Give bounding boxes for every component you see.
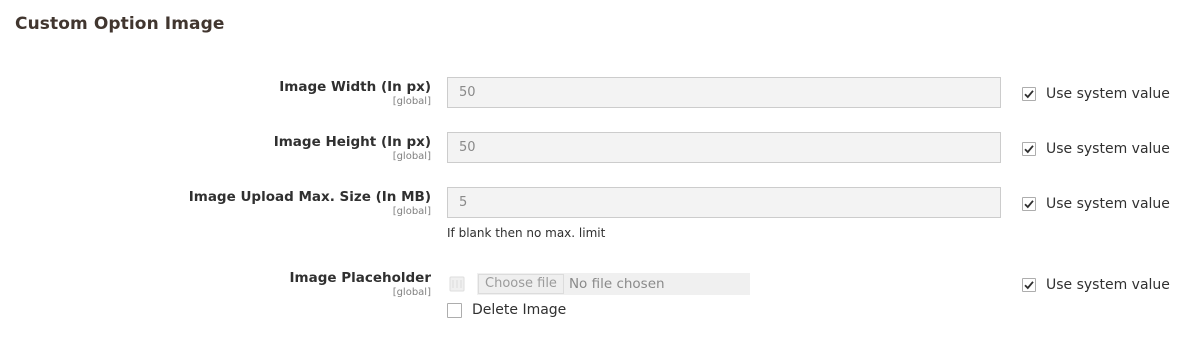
checkmark-icon	[1024, 145, 1034, 154]
image-placeholder-use-system-checkbox[interactable]	[1022, 278, 1036, 292]
image-height-label-group: Image Height (In px) [global]	[274, 134, 431, 162]
image-width-use-system-label: Use system value	[1046, 86, 1170, 102]
image-width-use-system[interactable]: Use system value	[1022, 86, 1170, 102]
checkmark-icon	[1024, 281, 1034, 290]
image-placeholder-scope: [global]	[392, 287, 431, 298]
choose-file-button[interactable]: Choose file	[478, 274, 564, 294]
image-width-use-system-checkbox[interactable]	[1022, 87, 1036, 101]
image-max-size-use-system-label: Use system value	[1046, 196, 1170, 212]
image-max-size-label: Image Upload Max. Size (In MB)	[188, 189, 431, 205]
image-height-use-system[interactable]: Use system value	[1022, 141, 1170, 157]
image-max-size-scope: [global]	[392, 206, 431, 217]
delete-image-control[interactable]: Delete Image	[447, 302, 566, 318]
image-max-size-label-group: Image Upload Max. Size (In MB) [global]	[189, 189, 431, 217]
image-placeholder-use-system-label: Use system value	[1046, 277, 1170, 293]
image-height-scope: [global]	[392, 151, 431, 162]
image-placeholder-file-input[interactable]: Choose file No file chosen	[477, 273, 750, 295]
image-max-size-use-system-checkbox[interactable]	[1022, 197, 1036, 211]
checkmark-icon	[1024, 200, 1034, 209]
checkmark-icon	[1024, 90, 1034, 99]
image-height-input[interactable]: 50	[447, 132, 1001, 163]
image-placeholder-label-group: Image Placeholder [global]	[290, 270, 432, 298]
no-file-chosen-text: No file chosen	[568, 276, 665, 292]
image-placeholder-use-system[interactable]: Use system value	[1022, 277, 1170, 293]
image-height-use-system-checkbox[interactable]	[1022, 142, 1036, 156]
image-max-size-note: If blank then no max. limit	[447, 226, 606, 240]
image-width-label: Image Width (In px)	[279, 79, 431, 95]
image-width-input[interactable]: 50	[447, 77, 1001, 108]
image-width-scope: [global]	[392, 96, 431, 107]
image-placeholder-file-control: Choose file No file chosen	[447, 273, 750, 295]
delete-image-checkbox[interactable]	[447, 302, 462, 318]
section-title: Custom Option Image	[15, 14, 225, 34]
delete-image-label: Delete Image	[472, 302, 567, 318]
image-height-use-system-label: Use system value	[1046, 141, 1170, 157]
image-height-label: Image Height (In px)	[273, 134, 431, 150]
image-max-size-use-system[interactable]: Use system value	[1022, 196, 1170, 212]
image-placeholder-label: Image Placeholder	[289, 270, 432, 286]
image-placeholder-icon	[447, 274, 467, 294]
image-max-size-input[interactable]: 5	[447, 187, 1001, 218]
image-width-label-group: Image Width (In px) [global]	[279, 79, 431, 107]
